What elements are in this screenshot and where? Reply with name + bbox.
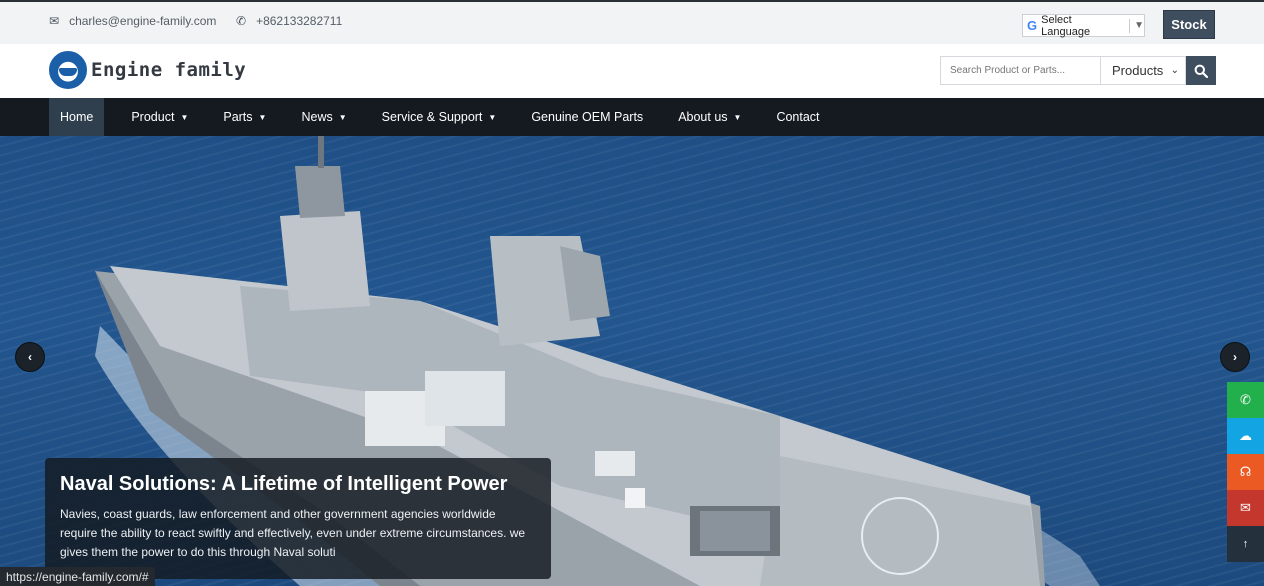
- contact-email[interactable]: ✉ charles@engine-family.com: [49, 14, 216, 28]
- header: Engine family Products ⌄: [0, 44, 1264, 98]
- nav-parts[interactable]: Parts ▼: [212, 98, 277, 136]
- nav-label: Home: [60, 110, 94, 124]
- logo-ship-icon: [49, 51, 87, 89]
- main-nav: Home Product ▼ Parts ▼ News ▼ Service & …: [0, 98, 1264, 136]
- envelope-icon: ✉: [49, 14, 60, 28]
- phone-icon: ✆: [236, 14, 247, 28]
- nav-label: News: [301, 110, 333, 124]
- slide-text: Navies, coast guards, law enforcement an…: [60, 507, 526, 559]
- caret-down-icon: ▼: [258, 112, 267, 122]
- caret-down-icon: ▼: [733, 112, 742, 122]
- nav-label: Contact: [776, 110, 820, 124]
- chevron-down-icon: ▼: [1134, 20, 1144, 31]
- nav-service-support[interactable]: Service & Support ▼: [371, 98, 508, 136]
- language-selector[interactable]: G Select Language ▼: [1022, 13, 1145, 38]
- nav-label: About us: [678, 110, 728, 124]
- contact-phone[interactable]: ✆ +862133282711: [236, 14, 342, 28]
- caret-down-icon: ▼: [338, 112, 347, 122]
- hero-slider: ‹ › Naval Solutions: A Lifetime of Intel…: [0, 136, 1264, 586]
- nav-label: Genuine OEM Parts: [531, 110, 644, 124]
- whatsapp-icon: ✆: [1240, 392, 1251, 407]
- chevron-left-icon: ‹: [28, 350, 32, 364]
- nav-genuine-oem-parts[interactable]: Genuine OEM Parts: [520, 98, 654, 136]
- whatsapp-button[interactable]: ✆: [1227, 382, 1264, 418]
- logo-text: Engine family: [91, 59, 247, 81]
- mail-icon: ✉: [1240, 500, 1251, 515]
- nav-contact[interactable]: Contact: [765, 98, 830, 136]
- search-bar: Products ⌄: [940, 56, 1216, 85]
- nav-label: Parts: [223, 110, 253, 124]
- nav-label: Product: [131, 110, 175, 124]
- chevron-right-icon: ›: [1233, 350, 1237, 364]
- divider: [1129, 18, 1131, 33]
- stock-button[interactable]: Stock: [1163, 10, 1215, 39]
- search-category-label: Products: [1112, 63, 1164, 78]
- top-bar: ✉ charles@engine-family.com ✆ +862133282…: [0, 0, 1264, 44]
- status-bar-url: https://engine-family.com/#: [0, 567, 155, 586]
- nav-product[interactable]: Product ▼: [120, 98, 199, 136]
- back-to-top-button[interactable]: ↑: [1227, 526, 1264, 562]
- wechat-icon: ☁: [1239, 428, 1252, 443]
- caret-down-icon: ▼: [180, 112, 189, 122]
- logo[interactable]: Engine family: [49, 51, 246, 89]
- search-icon: [1194, 64, 1208, 78]
- slide-caption: Naval Solutions: A Lifetime of Intellige…: [45, 458, 551, 579]
- nav-news[interactable]: News ▼: [290, 98, 357, 136]
- wechat-button[interactable]: ☁: [1227, 418, 1264, 454]
- search-input[interactable]: [940, 56, 1100, 85]
- email-button[interactable]: ✉: [1227, 490, 1264, 526]
- nav-about-us[interactable]: About us ▼: [667, 98, 752, 136]
- chevron-down-icon: ⌄: [1170, 65, 1179, 76]
- slider-next-button[interactable]: ›: [1220, 342, 1250, 372]
- back-to-top-icon: ↑: [1242, 538, 1249, 550]
- google-icon: G: [1027, 18, 1038, 33]
- nav-label: Service & Support: [381, 110, 483, 124]
- phone-text[interactable]: +862133282711: [256, 14, 342, 28]
- language-label: Select Language: [1041, 13, 1091, 38]
- slide-title: Naval Solutions: A Lifetime of Intellige…: [60, 473, 508, 495]
- support-button[interactable]: ☊: [1227, 454, 1264, 490]
- email-text[interactable]: charles@engine-family.com: [69, 14, 216, 28]
- search-button[interactable]: [1186, 56, 1216, 85]
- slider-prev-button[interactable]: ‹: [15, 342, 45, 372]
- search-category-select[interactable]: Products ⌄: [1100, 56, 1186, 85]
- caret-down-icon: ▼: [488, 112, 497, 122]
- nav-home[interactable]: Home: [49, 98, 105, 136]
- headset-icon: ☊: [1239, 464, 1252, 479]
